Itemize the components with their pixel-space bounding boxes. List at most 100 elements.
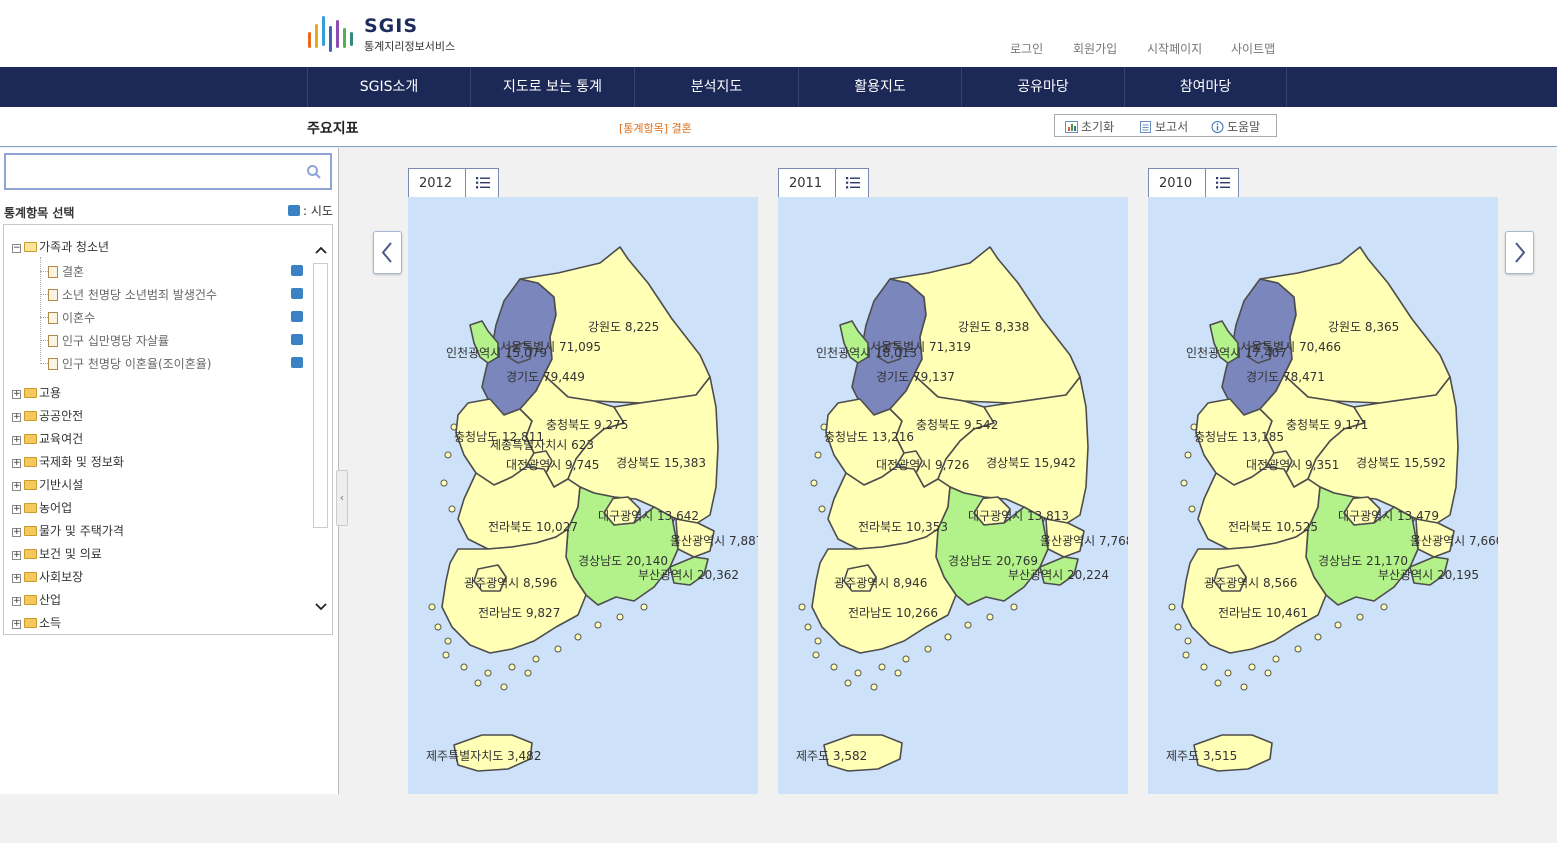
expand-icon[interactable]: + [12, 528, 21, 537]
expand-icon[interactable]: + [12, 390, 21, 399]
expand-icon[interactable]: + [12, 482, 21, 491]
info-icon [1211, 121, 1224, 133]
nav-map-statistics[interactable]: 지도로 보는 통계 [470, 67, 634, 107]
year-tab-2010[interactable]: 2010 [1148, 168, 1239, 197]
region-label-chungbuk: 충청북도 9,542 [916, 418, 998, 432]
island-shape [1264, 669, 1272, 677]
choropleth-map-2011[interactable]: 인천광역시 18,013 서울특별시 71,319 경기도 79,137 강원도 8,… [778, 197, 1128, 794]
search-input[interactable] [10, 159, 300, 184]
region-label-ulsan: 울산광역시 7,768 [1040, 534, 1128, 548]
folder-icon [24, 388, 37, 398]
island-shape [894, 669, 902, 677]
island-shape [878, 663, 886, 671]
list-button[interactable] [465, 169, 498, 197]
startpage-link[interactable]: 시작페이지 [1147, 40, 1202, 57]
tree-scrollbar[interactable] [313, 263, 328, 528]
chevron-down-icon [315, 603, 327, 611]
island-shape [444, 637, 452, 645]
tree-folder-industry[interactable]: + 산업 [12, 591, 61, 609]
expand-icon[interactable]: + [12, 597, 21, 606]
tree-folder-social-security[interactable]: + 사회보장 [12, 568, 83, 586]
island-shape [924, 645, 932, 653]
region-label-seoul: 서울특별시 71,095 [500, 340, 601, 354]
folder-icon [24, 480, 37, 490]
island-shape [574, 633, 582, 641]
tree-folder-globalization[interactable]: + 국제화 및 정보화 [12, 453, 124, 471]
tree-folder-income[interactable]: + 소득 [12, 614, 61, 632]
prev-year-button[interactable] [373, 231, 402, 274]
expand-icon[interactable]: + [12, 459, 21, 468]
nav-utility-map[interactable]: 활용지도 [798, 67, 961, 107]
search-icon[interactable] [306, 164, 322, 180]
choropleth-map-2010[interactable]: 인천광역시 17,407 서울특별시 70,466 경기도 78,471 강원도 8,… [1148, 197, 1498, 794]
top-header: SGIS 통계지리정보서비스 로그인 회원가입 시작페이지 사이트맵 [0, 0, 1557, 67]
legend-label: : 시도 [303, 204, 333, 218]
region-label-jeju: 제주도 3,582 [796, 749, 867, 763]
next-year-button[interactable] [1505, 231, 1534, 274]
region-label-busan: 부산광역시 20,195 [1378, 568, 1479, 582]
region-jeonnam[interactable] [1181, 528, 1327, 654]
region-label-daejeon: 대전광역시 9,351 [1246, 458, 1339, 472]
region-label-daejeon: 대전광역시 9,726 [876, 458, 969, 472]
region-label-daejeon: 대전광역시 9,745 [506, 458, 599, 472]
nav-participation[interactable]: 참여마당 [1124, 67, 1287, 107]
region-label-gyeongnam: 경상남도 21,170 [1318, 554, 1408, 568]
expand-icon[interactable]: + [12, 413, 21, 422]
tree-leaf-divorce-rate[interactable]: 인구 천명당 이혼율(조이혼율) [48, 355, 211, 373]
list-button[interactable] [835, 169, 868, 197]
panel-collapse-handle[interactable]: ‹ [336, 470, 348, 526]
tree-leaf-juvenile-crime[interactable]: 소년 천명당 소년범죄 발생건수 [48, 286, 217, 304]
tree-folder-health[interactable]: + 보건 및 의료 [12, 545, 102, 563]
island-shape [508, 663, 516, 671]
collapse-icon[interactable]: − [12, 244, 21, 253]
tree-folder-prices[interactable]: + 물가 및 주택가격 [12, 522, 124, 540]
sitemap-link[interactable]: 사이트맵 [1231, 40, 1275, 57]
tree-folder-family-youth[interactable]: − 가족과 청소년 [12, 238, 109, 256]
report-icon [1140, 121, 1151, 133]
region-select-juvenile-crime[interactable] [291, 288, 303, 299]
region-label-gangwon: 강원도 8,225 [588, 320, 659, 334]
expand-icon[interactable]: + [12, 551, 21, 560]
scroll-up-button[interactable] [314, 243, 328, 257]
region-jeonnam[interactable] [441, 528, 587, 654]
tree-leaf-marriage[interactable]: 결혼 [48, 263, 84, 281]
help-button[interactable]: 도움말 [1211, 118, 1260, 135]
region-select-divorce[interactable] [291, 311, 303, 322]
login-link[interactable]: 로그인 [1010, 40, 1043, 57]
tree-folder-education[interactable]: + 교육여건 [12, 430, 83, 448]
nav-sgis-intro[interactable]: SGIS소개 [307, 67, 470, 107]
region-label-daegu: 대구광역시 13,813 [968, 509, 1069, 523]
tree-folder-employment[interactable]: + 고용 [12, 384, 61, 402]
island-shape [460, 663, 468, 671]
expand-icon[interactable]: + [12, 436, 21, 445]
list-button[interactable] [1205, 169, 1238, 197]
sgis-logo[interactable]: SGIS 통계지리정보서비스 [307, 12, 477, 56]
nav-sharing[interactable]: 공유마당 [961, 67, 1124, 107]
document-icon [48, 358, 58, 370]
expand-icon[interactable]: + [12, 620, 21, 629]
nav-analysis-map[interactable]: 분석지도 [634, 67, 798, 107]
year-tab-2012[interactable]: 2012 [408, 168, 499, 197]
report-button[interactable]: 보고서 [1139, 118, 1188, 135]
year-tab-2011[interactable]: 2011 [778, 168, 869, 197]
region-select-suicide-rate[interactable] [291, 334, 303, 345]
region-jeonnam[interactable] [811, 528, 957, 654]
list-icon [1216, 177, 1230, 189]
island-shape [986, 613, 994, 621]
tree-leaf-divorce[interactable]: 이혼수 [48, 309, 95, 327]
island-shape [640, 603, 648, 611]
scroll-down-button[interactable] [314, 600, 328, 614]
region-select-divorce-rate[interactable] [291, 357, 303, 368]
region-select-marriage[interactable] [291, 265, 303, 276]
expand-icon[interactable]: + [12, 574, 21, 583]
region-label-jeonbuk: 전라북도 10,353 [858, 520, 948, 534]
region-label-gwangju: 광주광역시 8,566 [1204, 576, 1297, 590]
tree-folder-public-safety[interactable]: + 공공안전 [12, 407, 83, 425]
reset-button[interactable]: 초기화 [1065, 118, 1114, 135]
signup-link[interactable]: 회원가입 [1073, 40, 1117, 57]
tree-leaf-suicide-rate[interactable]: 인구 십만명당 자살률 [48, 332, 169, 350]
choropleth-map-2012[interactable]: 인천광역시 15,079 서울특별시 71,095 경기도 79,449 강원도 8,… [408, 197, 758, 794]
expand-icon[interactable]: + [12, 505, 21, 514]
tree-folder-infrastructure[interactable]: + 기반시설 [12, 476, 83, 494]
tree-folder-agriculture[interactable]: + 농어업 [12, 499, 72, 517]
